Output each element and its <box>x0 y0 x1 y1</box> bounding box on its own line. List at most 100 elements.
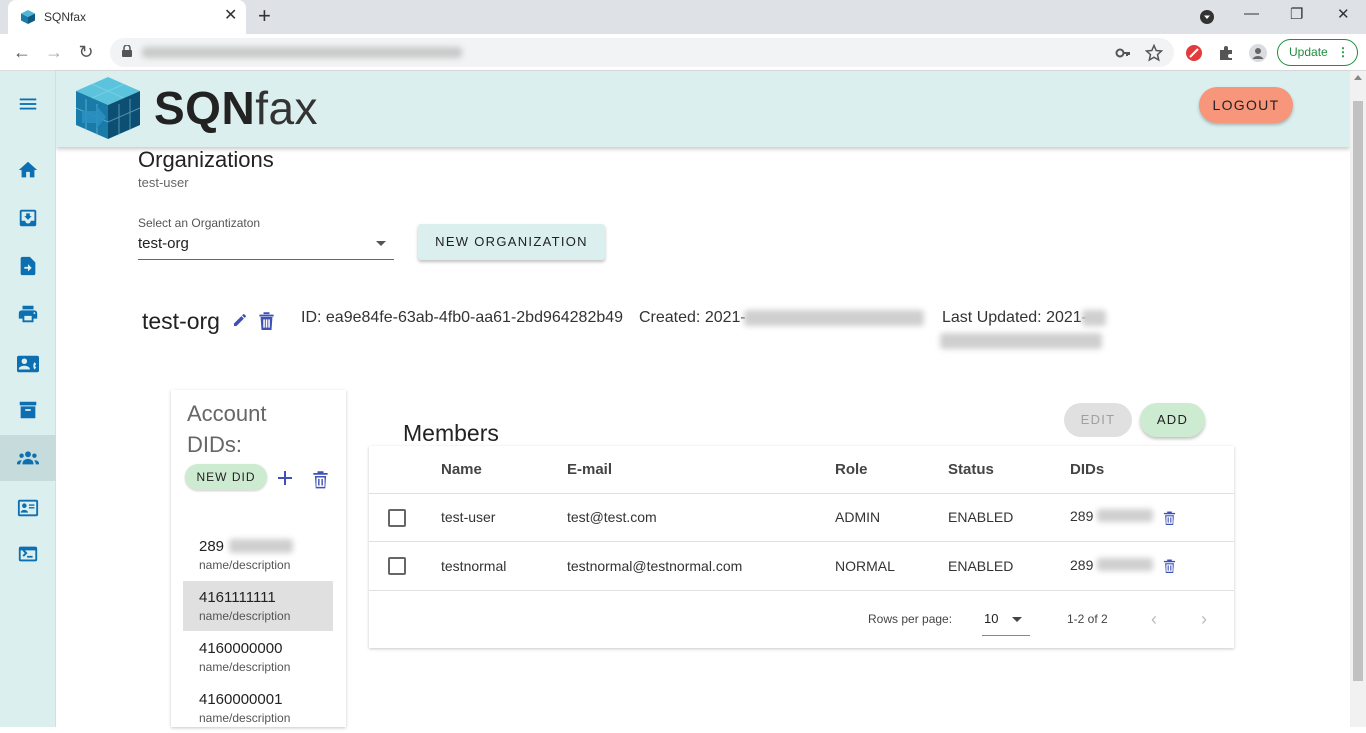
window-close-icon[interactable]: ✕ <box>1337 5 1350 23</box>
member-role: ADMIN <box>835 509 881 525</box>
page-title: Organizations <box>138 147 274 172</box>
rows-per-page-dropdown-icon[interactable] <box>1012 617 1022 622</box>
did-list-item[interactable]: 289 name/description <box>183 530 333 580</box>
logo-bold-text: SQN <box>154 82 256 134</box>
member-role: NORMAL <box>835 558 895 574</box>
prev-page-icon[interactable]: ‹ <box>1151 609 1157 630</box>
did-list-item[interactable]: 4161111111 name/description <box>183 581 333 631</box>
row-divider <box>369 541 1234 542</box>
add-did-icon[interactable] <box>277 470 293 486</box>
delete-org-icon[interactable] <box>258 311 275 330</box>
key-icon[interactable] <box>1114 44 1132 62</box>
address-bar[interactable] <box>110 38 1174 67</box>
account-dids-panel: Account DIDs: NEW DID 289 name/descripti… <box>171 390 346 727</box>
next-page-icon[interactable]: › <box>1201 609 1207 630</box>
restore-icon[interactable]: ❐ <box>1290 5 1303 23</box>
inbox-icon <box>19 209 37 227</box>
member-did-blurred <box>1097 509 1153 522</box>
rows-per-page-underline <box>982 635 1030 636</box>
nav-user-card[interactable] <box>0 485 56 531</box>
logout-button[interactable]: LOGOUT <box>1199 87 1293 123</box>
archive-icon <box>19 401 37 419</box>
home-icon <box>18 161 38 178</box>
rows-per-page-select[interactable]: 10 <box>984 611 998 626</box>
sqnfax-logo-icon <box>75 77 141 139</box>
nav-terminal[interactable] <box>0 531 56 577</box>
reload-icon[interactable]: ↻ <box>74 40 98 64</box>
member-name: test-user <box>441 509 496 525</box>
column-header-status[interactable]: Status <box>948 461 994 478</box>
nav-send-fax[interactable] <box>0 243 56 289</box>
delete-member-icon[interactable] <box>1163 510 1176 526</box>
forward-icon[interactable]: → <box>42 40 66 64</box>
did-description: name/description <box>199 711 291 725</box>
app-logo-text: SQNfax <box>154 81 318 135</box>
nav-print[interactable] <box>0 291 56 337</box>
bookmark-star-icon[interactable] <box>1145 44 1163 62</box>
send-fax-icon <box>20 256 36 276</box>
member-email: testnormal@testnormal.com <box>567 558 743 574</box>
tab-search-icon[interactable] <box>1199 9 1215 25</box>
member-did: 289 <box>1070 557 1094 573</box>
did-description: name/description <box>199 609 291 623</box>
logo-light-text: fax <box>255 82 319 134</box>
nav-archive[interactable] <box>0 387 56 433</box>
member-did: 289 <box>1070 508 1094 524</box>
scroll-up-arrow-icon[interactable] <box>1354 75 1362 80</box>
delete-did-icon[interactable] <box>312 470 329 489</box>
row-checkbox[interactable] <box>388 557 406 575</box>
page-scrollbar[interactable] <box>1350 71 1366 727</box>
members-table: Name E-mail Role Status DIDs test-user t… <box>369 446 1234 648</box>
scroll-thumb[interactable] <box>1353 101 1363 681</box>
nav-contacts[interactable] <box>0 341 56 387</box>
tab-title: SQNfax <box>44 10 87 24</box>
page-subtitle: test-user <box>138 175 189 190</box>
browser-tabstrip: SQNfax ✕ + — ❐ ✕ <box>0 0 1366 34</box>
nav-organizations[interactable] <box>0 435 56 481</box>
menu-button[interactable] <box>0 81 56 127</box>
edit-pencil-icon[interactable] <box>232 312 248 328</box>
select-dropdown-icon[interactable] <box>376 241 386 246</box>
add-member-button[interactable]: ADD <box>1140 403 1205 437</box>
org-select[interactable]: test-org <box>138 235 189 252</box>
did-description: name/description <box>199 660 291 674</box>
nav-home[interactable] <box>0 147 56 193</box>
did-number: 4160000000 <box>199 640 283 657</box>
minimize-icon[interactable]: — <box>1244 5 1259 22</box>
did-list-item[interactable]: 4160000001 name/description <box>183 683 333 733</box>
did-list-item[interactable]: 4160000000 name/description <box>183 632 333 682</box>
row-checkbox[interactable] <box>388 509 406 527</box>
did-number-blurred <box>229 539 293 553</box>
updated-date-blurred <box>1082 310 1106 326</box>
back-icon[interactable]: ← <box>10 40 34 64</box>
dids-title: Account DIDs: <box>187 401 267 457</box>
lock-icon <box>122 45 132 57</box>
new-tab-icon[interactable]: + <box>258 4 271 28</box>
browser-tab[interactable]: SQNfax ✕ <box>8 0 246 34</box>
column-header-name[interactable]: Name <box>441 461 482 478</box>
column-header-dids[interactable]: DIDs <box>1070 461 1104 478</box>
kebab-menu-icon: ⋮ <box>1337 45 1349 59</box>
extension-red-icon[interactable] <box>1185 44 1203 62</box>
update-label: Update <box>1289 45 1328 59</box>
edit-member-button[interactable]: EDIT <box>1064 403 1132 437</box>
url-text-blurred <box>142 47 462 58</box>
org-created: Created: 2021- <box>639 309 746 326</box>
org-last-updated: Last Updated: 2021- <box>942 309 1087 326</box>
column-header-role[interactable]: Role <box>835 461 868 478</box>
update-button[interactable]: Update ⋮ <box>1277 39 1358 66</box>
nav-inbox[interactable] <box>0 195 56 241</box>
browser-toolbar: ← → ↻ Update ⋮ <box>0 34 1366 71</box>
tab-close-icon[interactable]: ✕ <box>224 6 237 26</box>
user-card-icon <box>17 499 39 517</box>
new-organization-button[interactable]: NEW ORGANIZATION <box>418 224 605 260</box>
delete-member-icon[interactable] <box>1163 558 1176 574</box>
did-description: name/description <box>199 558 291 572</box>
extensions-puzzle-icon[interactable] <box>1217 44 1235 62</box>
column-header-email[interactable]: E-mail <box>567 461 612 478</box>
profile-avatar-icon[interactable] <box>1249 44 1267 62</box>
new-did-button[interactable]: NEW DID <box>185 464 267 490</box>
pagination-range: 1-2 of 2 <box>1067 612 1108 626</box>
org-select-label: Select an Organtizaton <box>138 216 261 230</box>
organizations-icon <box>17 451 39 465</box>
